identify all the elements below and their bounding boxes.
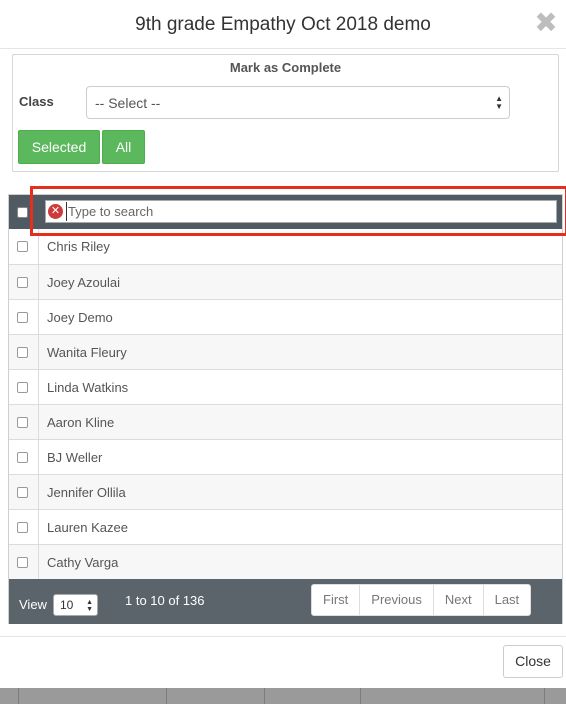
row-checkbox[interactable] bbox=[17, 557, 28, 568]
table-row[interactable]: Joey Demo bbox=[9, 299, 562, 334]
row-checkbox-cell bbox=[9, 300, 39, 334]
select-arrows-icon: ▲ ▼ bbox=[495, 94, 503, 111]
student-name: Chris Riley bbox=[47, 239, 110, 254]
mark-complete-panel: Mark as Complete Class -- Select -- ▲ ▼ S… bbox=[12, 54, 559, 172]
pager-next-button[interactable]: Next bbox=[432, 585, 483, 615]
table-row[interactable]: Wanita Fleury bbox=[9, 334, 562, 369]
pagination: First Previous Next Last bbox=[311, 584, 532, 616]
row-checkbox[interactable] bbox=[17, 277, 28, 288]
student-name: Jennifer Ollila bbox=[47, 485, 126, 500]
row-checkbox-cell bbox=[9, 265, 39, 299]
row-checkbox-cell bbox=[9, 370, 39, 404]
student-name: BJ Weller bbox=[47, 450, 103, 465]
row-checkbox[interactable] bbox=[17, 241, 28, 252]
pager-previous-button[interactable]: Previous bbox=[359, 585, 433, 615]
modal-footer: Close bbox=[0, 636, 566, 688]
page-size-select[interactable]: 10 ▲ ▼ bbox=[53, 594, 98, 616]
class-select[interactable]: -- Select -- ▲ ▼ bbox=[86, 86, 510, 119]
table-body: Chris Riley Joey Azoulai Joey Demo Wanita F… bbox=[9, 229, 562, 579]
row-checkbox-cell bbox=[9, 510, 39, 544]
row-checkbox[interactable] bbox=[17, 417, 28, 428]
clear-search-icon[interactable]: ✕ bbox=[48, 204, 63, 219]
table-row[interactable]: Aaron Kline bbox=[9, 404, 562, 439]
table-row[interactable]: BJ Weller bbox=[9, 439, 562, 474]
backdrop-column bbox=[360, 688, 361, 704]
search-input[interactable] bbox=[66, 202, 551, 221]
student-name: Aaron Kline bbox=[47, 415, 115, 430]
backdrop-column bbox=[18, 688, 19, 704]
row-checkbox-cell bbox=[9, 545, 39, 579]
close-icon[interactable]: ✖ bbox=[534, 8, 558, 38]
student-name: Joey Azoulai bbox=[47, 275, 120, 290]
range-text: 1 to 10 of 136 bbox=[125, 593, 205, 608]
modal-header: 9th grade Empathy Oct 2018 demo ✖ bbox=[0, 0, 566, 49]
row-checkbox[interactable] bbox=[17, 382, 28, 393]
class-label: Class bbox=[19, 94, 54, 109]
all-button[interactable]: All bbox=[102, 130, 145, 164]
select-arrows-icon: ▲ ▼ bbox=[86, 599, 93, 613]
row-checkbox-cell bbox=[9, 475, 39, 509]
row-checkbox[interactable] bbox=[17, 522, 28, 533]
backdrop-column bbox=[166, 688, 167, 704]
backdrop-column bbox=[544, 688, 545, 704]
class-select-value: -- Select -- bbox=[95, 95, 161, 111]
page-size-value: 10 bbox=[60, 598, 74, 612]
row-checkbox-cell bbox=[9, 405, 39, 439]
selected-button[interactable]: Selected bbox=[18, 130, 100, 164]
table-row[interactable]: Joey Azoulai bbox=[9, 264, 562, 299]
table-row[interactable]: Jennifer Ollila bbox=[9, 474, 562, 509]
close-button[interactable]: Close bbox=[503, 645, 563, 678]
modal-title: 9th grade Empathy Oct 2018 demo bbox=[135, 14, 431, 35]
student-name: Cathy Varga bbox=[47, 555, 119, 570]
row-checkbox-cell bbox=[9, 229, 39, 264]
row-checkbox[interactable] bbox=[17, 452, 28, 463]
table-row[interactable]: Linda Watkins bbox=[9, 369, 562, 404]
student-name: Lauren Kazee bbox=[47, 520, 128, 535]
table-row[interactable]: Chris Riley bbox=[9, 229, 562, 264]
select-all-checkbox[interactable] bbox=[17, 207, 28, 218]
student-name: Linda Watkins bbox=[47, 380, 129, 395]
table-header: ✕ bbox=[9, 195, 562, 229]
table-row[interactable]: Cathy Varga bbox=[9, 544, 562, 579]
backdrop-column bbox=[264, 688, 265, 704]
pager-first-button[interactable]: First bbox=[312, 585, 359, 615]
row-checkbox-cell bbox=[9, 335, 39, 369]
row-checkbox-cell bbox=[9, 440, 39, 474]
students-table: ✕ Chris Riley Joey Azoulai Joey Demo Wanita… bbox=[8, 194, 563, 624]
modal-dialog: 9th grade Empathy Oct 2018 demo ✖ Mark a… bbox=[0, 0, 566, 688]
row-checkbox[interactable] bbox=[17, 487, 28, 498]
row-checkbox[interactable] bbox=[17, 347, 28, 358]
search-box: ✕ bbox=[45, 200, 557, 223]
row-checkbox[interactable] bbox=[17, 312, 28, 323]
mark-complete-title: Mark as Complete bbox=[229, 60, 342, 75]
backdrop bbox=[0, 688, 566, 704]
pager-last-button[interactable]: Last bbox=[482, 585, 531, 615]
view-label: View bbox=[19, 597, 47, 612]
student-name: Wanita Fleury bbox=[47, 345, 127, 360]
table-footer: View 10 ▲ ▼ 1 to 10 of 136 First Previous… bbox=[9, 579, 562, 624]
student-name: Joey Demo bbox=[47, 310, 113, 325]
table-row[interactable]: Lauren Kazee bbox=[9, 509, 562, 544]
